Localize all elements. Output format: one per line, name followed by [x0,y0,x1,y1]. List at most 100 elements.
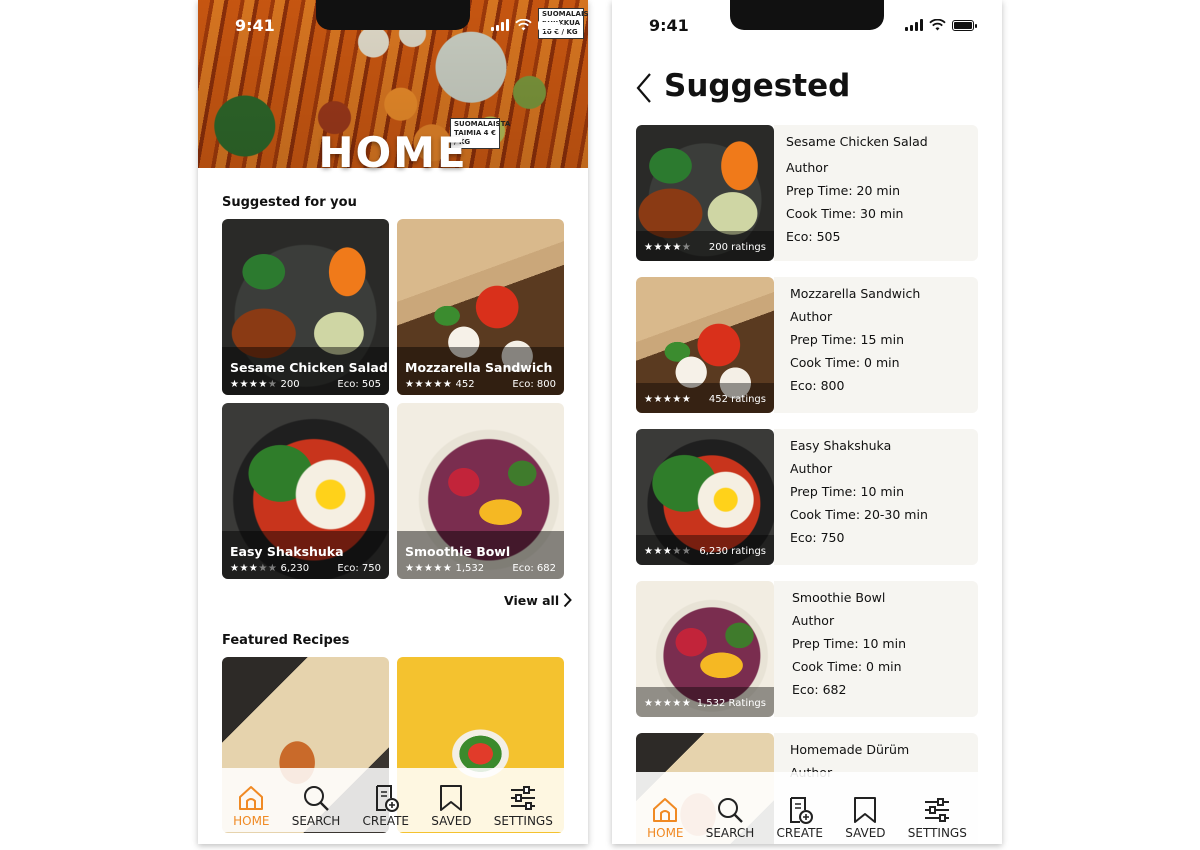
signal-icon [905,19,923,31]
tab-home[interactable]: HOME [233,784,270,828]
rating-count: 1,532 [455,563,485,574]
eco-score: Eco: 750 [790,530,845,545]
tab-label: SAVED [431,814,472,828]
eco-score: Eco: 800 [512,379,556,390]
tab-label: SEARCH [291,814,341,828]
recipe-author: Author [792,613,835,628]
wifi-icon [515,19,532,31]
recipe-card[interactable]: Mozzarella Sandwich ★★★★★ 452 Eco: 800 [397,219,564,395]
chevron-right-icon [563,592,572,608]
page-title: Suggested [664,68,851,104]
search-icon [304,786,329,811]
recipe-title: Smoothie Bowl [405,544,511,559]
prep-time: Prep Time: 10 min [790,484,905,499]
section-title-featured: Featured Recipes [222,633,350,648]
cook-time: Cook Time: 0 min [790,355,900,370]
status-bar: 9:41 [198,0,588,50]
tab-label: SAVED [845,826,886,840]
recipe-info: Easy Shakshuka Author Prep Time: 10 min … [774,429,978,565]
cook-time: Cook Time: 20-30 min [790,507,928,522]
tab-search[interactable]: SEARCH [291,784,341,828]
recipe-card[interactable]: Easy Shakshuka ★★★★★ 6,230 Eco: 750 [222,403,389,579]
recipe-row[interactable]: ★★★★★ 1,532 Ratings Smoothie Bowl Author… [636,581,978,717]
rating-stars: ★★★★★ [405,379,453,390]
sliders-icon [511,786,536,810]
recipe-card[interactable]: Smoothie Bowl ★★★★★ 1,532 Eco: 682 [397,403,564,579]
rating-count: 452 ratings [708,394,766,405]
eco-score: Eco: 682 [792,682,847,697]
status-bar: 9:41 [612,0,1002,50]
eco-score: Eco: 750 [337,563,381,574]
eco-score: Eco: 505 [786,229,841,244]
recipe-image: ★★★★★ 200 ratings [636,125,774,261]
recipe-info: Sesame Chicken Salad Author Prep Time: 2… [774,125,978,261]
cook-time: Cook Time: 0 min [792,659,902,674]
rating-stars: ★★★★★ [230,379,278,390]
rating-count: 6,230 [280,563,310,574]
tab-saved[interactable]: SAVED [431,784,472,828]
tab-label: HOME [233,814,270,828]
recipe-row[interactable]: ★★★★★ 6,230 ratings Easy Shakshuka Autho… [636,429,978,565]
rating-count: 200 ratings [708,242,766,253]
recipe-info: Mozzarella Sandwich Author Prep Time: 15… [774,277,978,413]
rating-stars: ★★★★★ [405,563,453,574]
rating-stars: ★★★★★ [644,546,692,557]
signal-icon [491,19,509,31]
recipe-image: ★★★★★ 452 ratings [636,277,774,413]
home-icon [239,786,264,810]
rating-count: 6,230 ratings [699,546,766,557]
wifi-icon [929,19,946,31]
rating-count: 452 [455,379,475,390]
tab-bar: HOME SEARCH CREATE SAVED SETTINGS [636,772,978,844]
tab-label: HOME [647,826,684,840]
recipe-image: ★★★★★ 6,230 ratings [636,429,774,565]
recipe-title: Mozzarella Sandwich [405,360,553,375]
battery-icon [952,20,977,31]
recipe-author: Author [786,160,829,175]
sliders-icon [925,798,950,822]
recipe-info: Smoothie Bowl Author Prep Time: 10 min C… [774,581,978,717]
page-title: HOME [318,128,468,177]
home-screen: SUOMALAISTA KURKKUA 10 € / KG SUOMALAIST… [198,0,588,844]
bookmark-icon [854,797,877,823]
recipe-row[interactable]: ★★★★★ 452 ratings Mozzarella Sandwich Au… [636,277,978,413]
recipe-title: Homemade Dürüm [790,742,910,757]
tab-label: SETTINGS [907,826,967,840]
tab-label: SEARCH [705,826,755,840]
home-icon [653,798,678,822]
tab-create[interactable]: CREATE [362,784,410,828]
create-icon [375,785,399,812]
recipe-title: Smoothie Bowl [792,590,886,605]
rating-stars: ★★★★★ [644,242,692,253]
recipe-title: Sesame Chicken Salad [786,134,928,149]
prep-time: Prep Time: 15 min [790,332,905,347]
tab-bar: HOME SEARCH CREATE SAVED SETTINGS [222,768,564,832]
battery-icon [538,20,563,31]
recipe-title: Easy Shakshuka [230,544,344,559]
recipe-row[interactable]: ★★★★★ 200 ratings Sesame Chicken Salad A… [636,125,978,261]
status-time: 9:41 [235,16,275,35]
create-icon [789,797,813,824]
tab-settings[interactable]: SETTINGS [494,784,553,828]
eco-score: Eco: 505 [337,379,381,390]
back-chevron-icon[interactable] [634,72,654,104]
view-all-label: View all [504,592,560,608]
bookmark-icon [440,785,463,811]
eco-score: Eco: 682 [512,563,556,574]
tab-create[interactable]: CREATE [777,796,823,840]
view-all-link[interactable]: View all [504,592,572,608]
tab-search[interactable]: SEARCH [705,796,755,840]
recipe-author: Author [790,309,833,324]
recipe-card[interactable]: Sesame Chicken Salad ★★★★★ 200 Eco: 505 [222,219,389,395]
tab-home[interactable]: HOME [647,796,684,840]
cook-time: Cook Time: 30 min [786,206,904,221]
recipe-title: Sesame Chicken Salad [230,360,388,375]
suggested-screen: 9:41 Suggested ★★★★★ 200 ratings Sesame … [612,0,1002,844]
tab-label: CREATE [362,814,410,828]
rating-count: 1,532 Ratings [696,698,766,709]
tab-settings[interactable]: SETTINGS [908,796,967,840]
recipe-title: Mozzarella Sandwich [790,286,921,301]
rating-stars: ★★★★★ [644,698,692,709]
recipe-image: ★★★★★ 1,532 Ratings [636,581,774,717]
tab-saved[interactable]: SAVED [845,796,886,840]
